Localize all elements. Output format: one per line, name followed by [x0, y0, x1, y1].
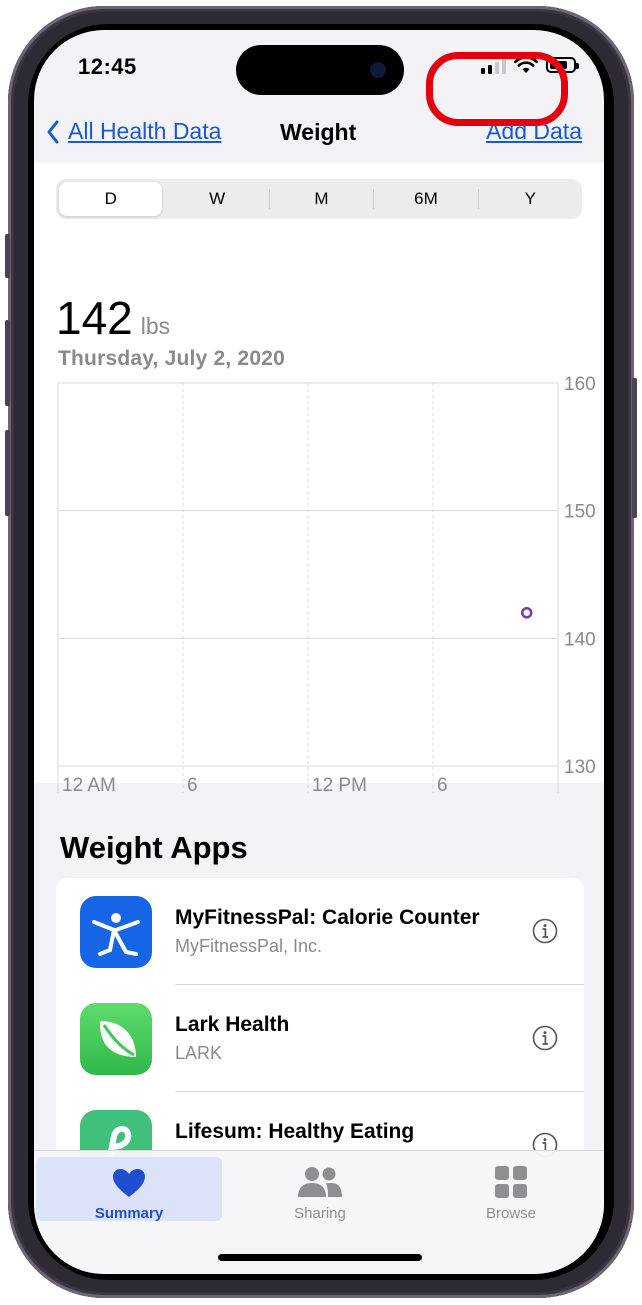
y-tick-label: 130 — [564, 757, 596, 778]
x-tick-label: 12 PM — [312, 775, 367, 793]
x-tick-label: 6 — [437, 775, 448, 793]
tab-browse[interactable]: Browse — [418, 1157, 604, 1222]
screen: 12:45 All Health Data Weight Add Data D … — [34, 30, 604, 1274]
segment-month[interactable]: M — [270, 182, 373, 216]
data-point — [521, 607, 533, 619]
reading-value: 142 — [56, 292, 133, 344]
y-tick-label: 150 — [564, 502, 596, 523]
tab-label: Summary — [94, 1205, 164, 1222]
weight-chart-card: D W M 6M Y 142 lbs Thursday, July 2, 202… — [34, 163, 604, 793]
tab-sharing[interactable]: Sharing — [227, 1157, 413, 1222]
info-icon[interactable] — [532, 918, 558, 944]
y-tick-label: 160 — [564, 374, 596, 395]
reading-unit: lbs — [140, 313, 171, 339]
segment-day[interactable]: D — [59, 182, 163, 216]
dynamic-island — [236, 45, 404, 95]
volume-down-button — [5, 430, 10, 516]
list-item[interactable]: Lark Health LARK — [56, 985, 584, 1091]
annotation-circle — [426, 52, 568, 126]
list-item[interactable]: MyFitnessPal: Calorie Counter MyFitnessP… — [56, 878, 584, 984]
x-tick-label: 12 AM — [62, 775, 116, 793]
time-range-segmented-control: D W M 6M Y — [56, 179, 582, 219]
app-name: Lifesum: Healthy Eating — [175, 1120, 415, 1143]
people-icon — [298, 1167, 342, 1197]
info-icon[interactable] — [532, 1025, 558, 1051]
app-name: MyFitnessPal: Calorie Counter — [175, 906, 480, 929]
back-button-label: All Health Data — [68, 118, 222, 144]
y-tick-label: 140 — [564, 629, 596, 650]
x-tick-label: 6 — [187, 775, 198, 793]
tab-summary[interactable]: Summary — [36, 1157, 222, 1222]
app-developer: MyFitnessPal, Inc. — [175, 936, 323, 956]
segment-week[interactable]: W — [165, 182, 268, 216]
weight-apps-header: Weight Apps — [60, 830, 248, 865]
segment-year[interactable]: Y — [479, 182, 582, 216]
camera-icon — [370, 62, 386, 78]
myfitnesspal-icon — [80, 896, 152, 968]
home-indicator — [218, 1254, 422, 1261]
segment-6-months[interactable]: 6M — [374, 182, 477, 216]
app-name: Lark Health — [175, 1013, 290, 1036]
grid-icon — [495, 1166, 527, 1198]
back-button[interactable]: All Health Data — [46, 118, 221, 145]
current-reading: 142 lbs — [56, 291, 170, 345]
app-developer: LARK — [175, 1043, 223, 1063]
page-title: Weight — [280, 119, 357, 145]
action-button — [5, 234, 10, 278]
volume-up-button — [5, 320, 10, 406]
weight-chart[interactable]: 160 150 140 130 12 AM 6 12 PM 6 — [34, 373, 604, 793]
status-time: 12:45 — [78, 54, 137, 79]
lark-leaf-icon — [80, 1003, 152, 1075]
tab-label: Browse — [485, 1205, 537, 1222]
reading-date: Thursday, July 2, 2020 — [58, 347, 285, 370]
power-button — [632, 378, 637, 518]
chevron-left-icon — [47, 120, 59, 143]
tab-label: Sharing — [294, 1205, 346, 1222]
heart-icon — [113, 1169, 145, 1197]
